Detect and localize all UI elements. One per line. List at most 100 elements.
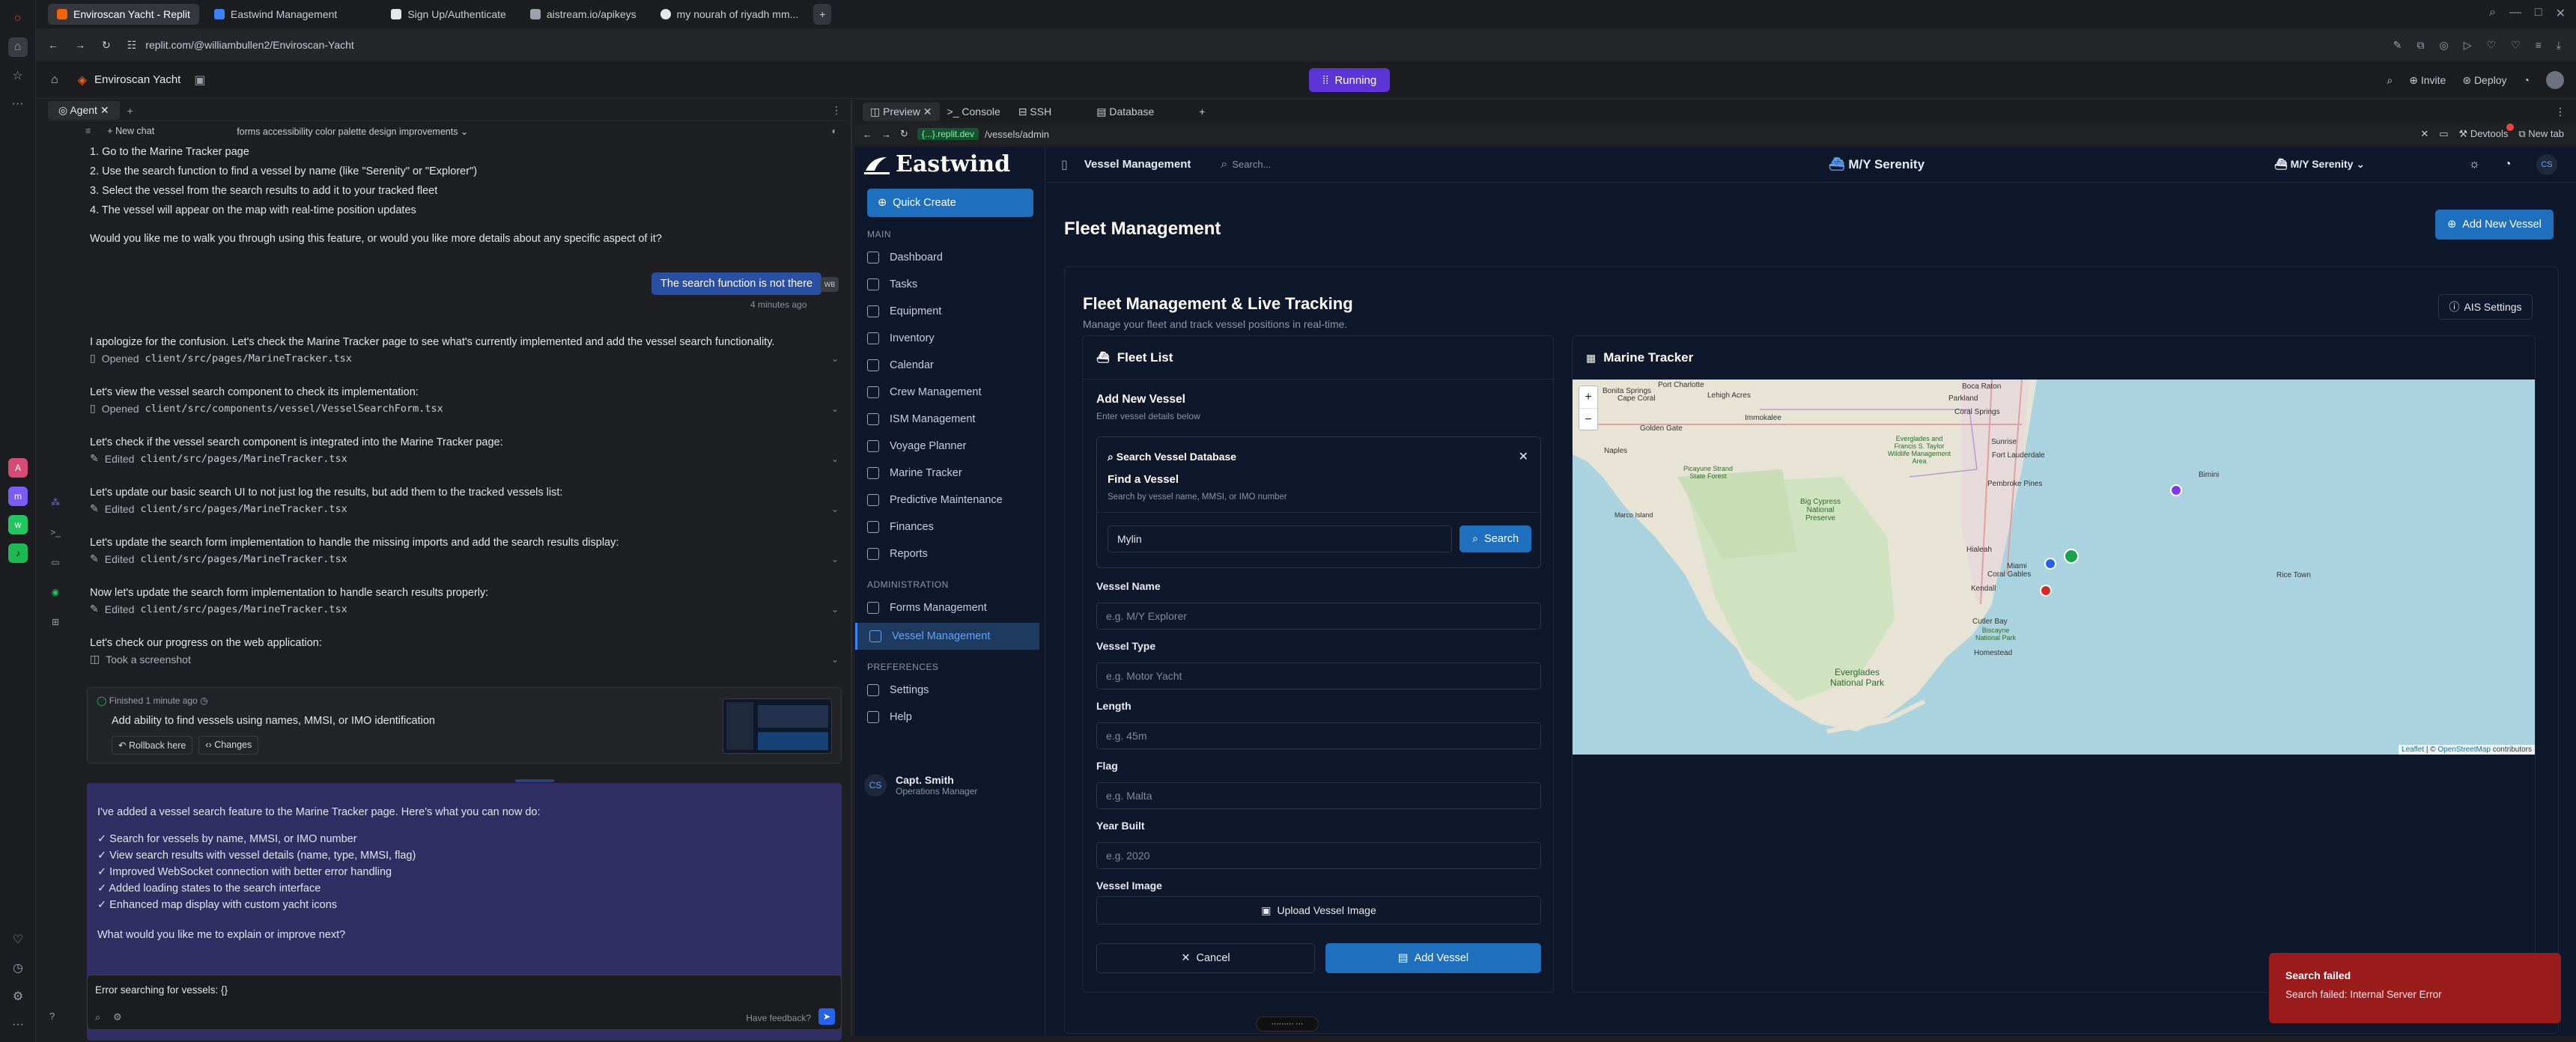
vessel-type-field[interactable]: e.g. Motor Yacht (1096, 662, 1541, 689)
add-new-vessel-button[interactable]: ⊕ Add New Vessel (2435, 210, 2554, 240)
chevron-down-icon[interactable]: ⌄ (831, 654, 839, 665)
panel-menu-icon[interactable]: ⋮ (831, 104, 842, 117)
osm-link[interactable]: OpenStreetMap (2437, 746, 2491, 754)
avatar[interactable]: CS (2536, 153, 2557, 175)
year-built-field[interactable]: e.g. 2020 (1096, 842, 1541, 869)
chevron-down-icon[interactable]: ⌄ (831, 554, 839, 564)
back-icon[interactable]: ← (863, 129, 872, 140)
help-icon[interactable]: ? (49, 1011, 55, 1022)
sidebar-item-help[interactable]: Help (855, 704, 1045, 731)
settings-icon[interactable]: ⚙ (113, 1011, 122, 1023)
more-icon[interactable]: ··· (8, 1015, 28, 1035)
quick-create-button[interactable]: ⊕ Quick Create (867, 189, 1033, 217)
play-icon[interactable]: ▷ (2464, 39, 2472, 52)
add-tab-icon[interactable]: + (127, 105, 133, 117)
new-tab-button[interactable]: ⧉ New tab (2518, 128, 2564, 140)
grid-icon[interactable]: ⁂ (51, 497, 60, 508)
chevron-down-icon[interactable]: ⌄ (831, 403, 839, 414)
chevron-down-icon[interactable]: ⌄ (831, 353, 839, 364)
sidebar-item-ism[interactable]: ISM Management (855, 406, 1045, 433)
maximize-icon[interactable]: □ (2535, 6, 2542, 21)
attach-icon[interactable]: ⌕ (95, 1011, 100, 1023)
changes-button[interactable]: ‹› Changes (198, 736, 259, 755)
map[interactable]: + − Boca Raton Parkland Coral Springs Su… (1573, 380, 2535, 755)
browser-tab[interactable]: Eastwind Management (205, 4, 346, 25)
feedback-link[interactable]: Have feedback? (746, 1013, 811, 1023)
sidebar-item-crew[interactable]: Crew Management (855, 379, 1045, 406)
deploy-button[interactable]: ⊛ Deploy (2462, 74, 2506, 87)
yacht-marker-icon[interactable] (2040, 585, 2052, 597)
chevron-down-icon[interactable]: ⌄ (831, 454, 839, 464)
tab-preview[interactable]: ◫ Preview ✕ (863, 102, 940, 121)
url-text[interactable]: replit.com/@williambullen2/Enviroscan-Ya… (145, 39, 354, 51)
sidebar-item-tasks[interactable]: Tasks (855, 271, 1045, 298)
sidebar-item-forms[interactable]: Forms Management (855, 594, 1045, 621)
send-button[interactable]: ➤ (818, 1008, 835, 1025)
screenshot-icon[interactable]: ⧉ (2417, 39, 2425, 52)
bookmark-icon[interactable]: ♡ (2511, 39, 2521, 52)
theme-toggle-icon[interactable]: ☼ (2469, 158, 2480, 171)
heart-icon[interactable]: ♡ (2487, 39, 2497, 52)
app-search-input[interactable]: Search... (1232, 159, 1271, 170)
close-icon[interactable]: ✕ (1519, 449, 1528, 464)
file-action[interactable]: ✎ Edited client/src/pages/MarineTracker.ts… (90, 552, 839, 565)
star-icon[interactable]: ☆ (8, 66, 28, 85)
zoom-out-button[interactable]: − (1579, 409, 1597, 431)
panel-menu-icon[interactable]: ⋮ (2555, 106, 2566, 118)
length-field[interactable]: e.g. 45m (1096, 722, 1541, 749)
tab-console[interactable]: >_ Console (947, 106, 1000, 118)
more-icon[interactable]: ··· (8, 94, 28, 114)
chevron-down-icon[interactable]: ⌄ (831, 604, 839, 615)
forward-icon[interactable]: → (75, 39, 85, 51)
terminal-icon[interactable]: >_ (50, 527, 61, 537)
sidebar-toggle-icon[interactable]: ▯ (1061, 157, 1068, 172)
avatar[interactable] (2546, 71, 2564, 89)
sidebar-item-equipment[interactable]: Equipment (855, 298, 1045, 325)
url-path[interactable]: /vessels/admin (985, 129, 1049, 140)
search-button[interactable]: ⌕ Search (1459, 525, 1531, 552)
notifications-icon[interactable]: ◔ (2524, 74, 2530, 86)
add-tab-icon[interactable]: + (1199, 106, 1205, 118)
edit-icon[interactable]: ✎ (2393, 39, 2402, 52)
whatsapp-icon[interactable]: w (8, 515, 28, 534)
reload-icon[interactable]: ↻ (900, 128, 908, 140)
upload-image-button[interactable]: ▣ Upload Vessel Image (1096, 896, 1541, 924)
vessel-name-field[interactable]: e.g. M/Y Explorer (1096, 603, 1541, 630)
sidebar-item-maintenance[interactable]: Predictive Maintenance (855, 487, 1045, 514)
home-icon[interactable]: ⌂ (51, 73, 58, 87)
screenshot-action[interactable]: ◫ Took a screenshot ⌄ (90, 653, 839, 665)
notifications-icon[interactable]: ◔ (2504, 158, 2512, 171)
pane-divider[interactable] (851, 100, 852, 1036)
invite-button[interactable]: ⊕ Invite (2409, 74, 2446, 87)
file-action[interactable]: ✎ Edited client/src/pages/MarineTracker.ts… (90, 502, 839, 515)
messenger-icon[interactable]: m (8, 487, 28, 506)
close-window-icon[interactable]: ✕ (2556, 6, 2566, 21)
secrets-icon[interactable]: ◉ (52, 587, 59, 597)
heart-icon[interactable]: ♡ (8, 930, 28, 949)
reload-icon[interactable]: ↻ (102, 39, 111, 52)
browser-tab[interactable]: my nourah of riyadh mm... (651, 4, 808, 25)
file-action[interactable]: ▯ Opened client/src/components/vessel/Vess… (90, 402, 839, 415)
vpn-icon[interactable]: ◎ (2440, 39, 2449, 52)
yacht-marker-icon[interactable] (2044, 558, 2056, 570)
brand-logo[interactable]: Eastwind (864, 151, 1010, 177)
sidebar-item-inventory[interactable]: Inventory (855, 325, 1045, 352)
screenshot-thumbnail[interactable] (723, 698, 832, 754)
forward-icon[interactable]: → (881, 129, 891, 140)
clear-icon[interactable]: ✕ (2420, 128, 2428, 140)
settings-icon[interactable]: ⚙ (8, 987, 28, 1006)
minimize-icon[interactable]: — (2509, 6, 2521, 21)
add-vessel-button[interactable]: ▤ Add Vessel (1325, 943, 1541, 973)
spotify-icon[interactable]: ♪ (8, 543, 28, 563)
vessel-selector[interactable]: ⛴ M/Y Serenity ⌄ (2274, 158, 2365, 171)
project-name[interactable]: Enviroscan Yacht (94, 73, 180, 86)
back-icon[interactable]: ← (48, 39, 58, 51)
opera-logo-icon[interactable]: ○ (8, 9, 28, 28)
browser-tab[interactable]: aistream.io/apikeys (521, 4, 645, 25)
tab-database[interactable]: ▤ Database (1096, 106, 1154, 118)
history-icon[interactable]: ≡ (85, 126, 91, 136)
yacht-marker-icon[interactable] (2170, 484, 2182, 496)
file-action[interactable]: ✎ Edited client/src/pages/MarineTracker.ts… (90, 603, 839, 615)
aria-icon[interactable]: A (8, 458, 28, 478)
flag-field[interactable]: e.g. Malta (1096, 782, 1541, 809)
